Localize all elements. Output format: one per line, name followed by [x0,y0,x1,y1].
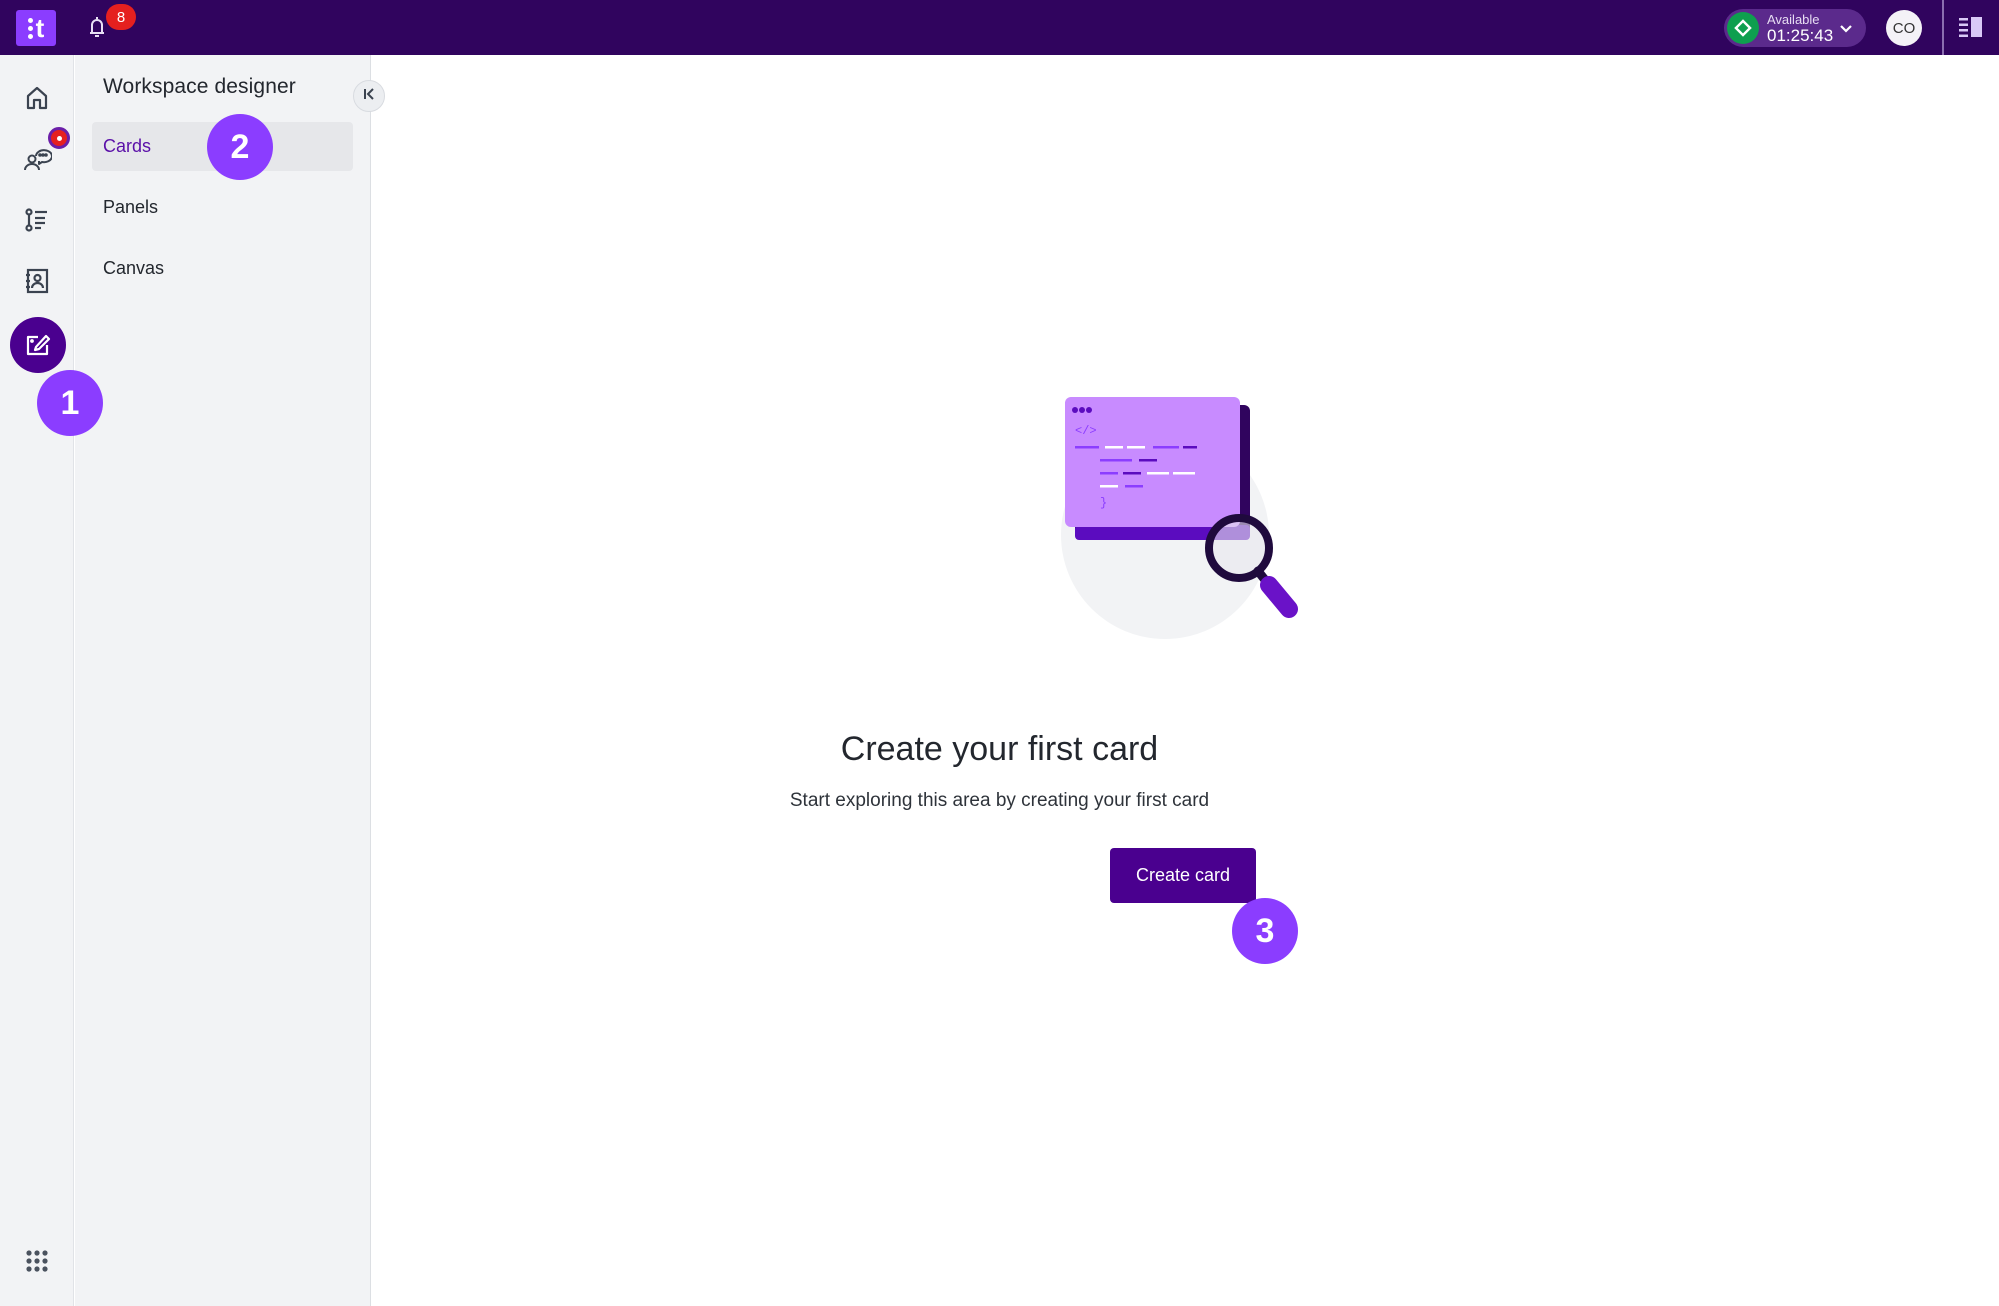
logo-dots [27,17,33,39]
svg-text:</>: </> [1075,424,1097,438]
topbar-divider [1942,0,1944,55]
conversations-badge [48,127,70,149]
chevron-down-icon [1838,20,1854,41]
step-marker-1: 1 [37,370,103,436]
notification-count-badge: 8 [106,4,136,30]
create-card-button[interactable]: Create card [1110,848,1256,903]
contact-book-icon[interactable] [14,258,60,304]
icon-rail [0,55,74,1306]
sidebar-item-canvas[interactable]: Canvas [92,244,353,293]
status-timer: 01:25:43 [1767,25,1834,45]
side-panel-icon[interactable] [1957,14,1985,40]
list-icon[interactable] [14,197,60,243]
status-diamond-icon [1727,12,1759,44]
user-avatar[interactable]: CO [1886,10,1922,46]
sidebar-item-panels[interactable]: Panels [92,183,353,232]
top-bar: t 8 Available 01:25:43 CO [0,0,1999,55]
step-marker-3: 3 [1232,898,1298,964]
main-content [372,55,1999,1306]
workspace-designer-sidebar: Workspace designer Cards Panels Canvas [75,55,371,1306]
empty-state-illustration: </> } [1055,395,1315,650]
app-logo[interactable]: t [16,10,56,46]
empty-state-subtitle: Start exploring this area by creating yo… [789,790,1210,811]
availability-status-button[interactable]: Available 01:25:43 [1724,9,1866,47]
status-label: Available [1767,11,1820,27]
status-text: Available 01:25:43 [1767,13,1833,44]
empty-state-title: Create your first card [840,730,1159,768]
svg-text:}: } [1100,496,1107,510]
home-icon[interactable] [14,75,60,121]
logo-letter: t [35,12,45,43]
edit-icon[interactable] [10,317,66,373]
sidebar-title: Workspace designer [103,75,296,98]
step-marker-2: 2 [207,114,273,180]
apps-grid-icon[interactable] [14,1238,60,1284]
